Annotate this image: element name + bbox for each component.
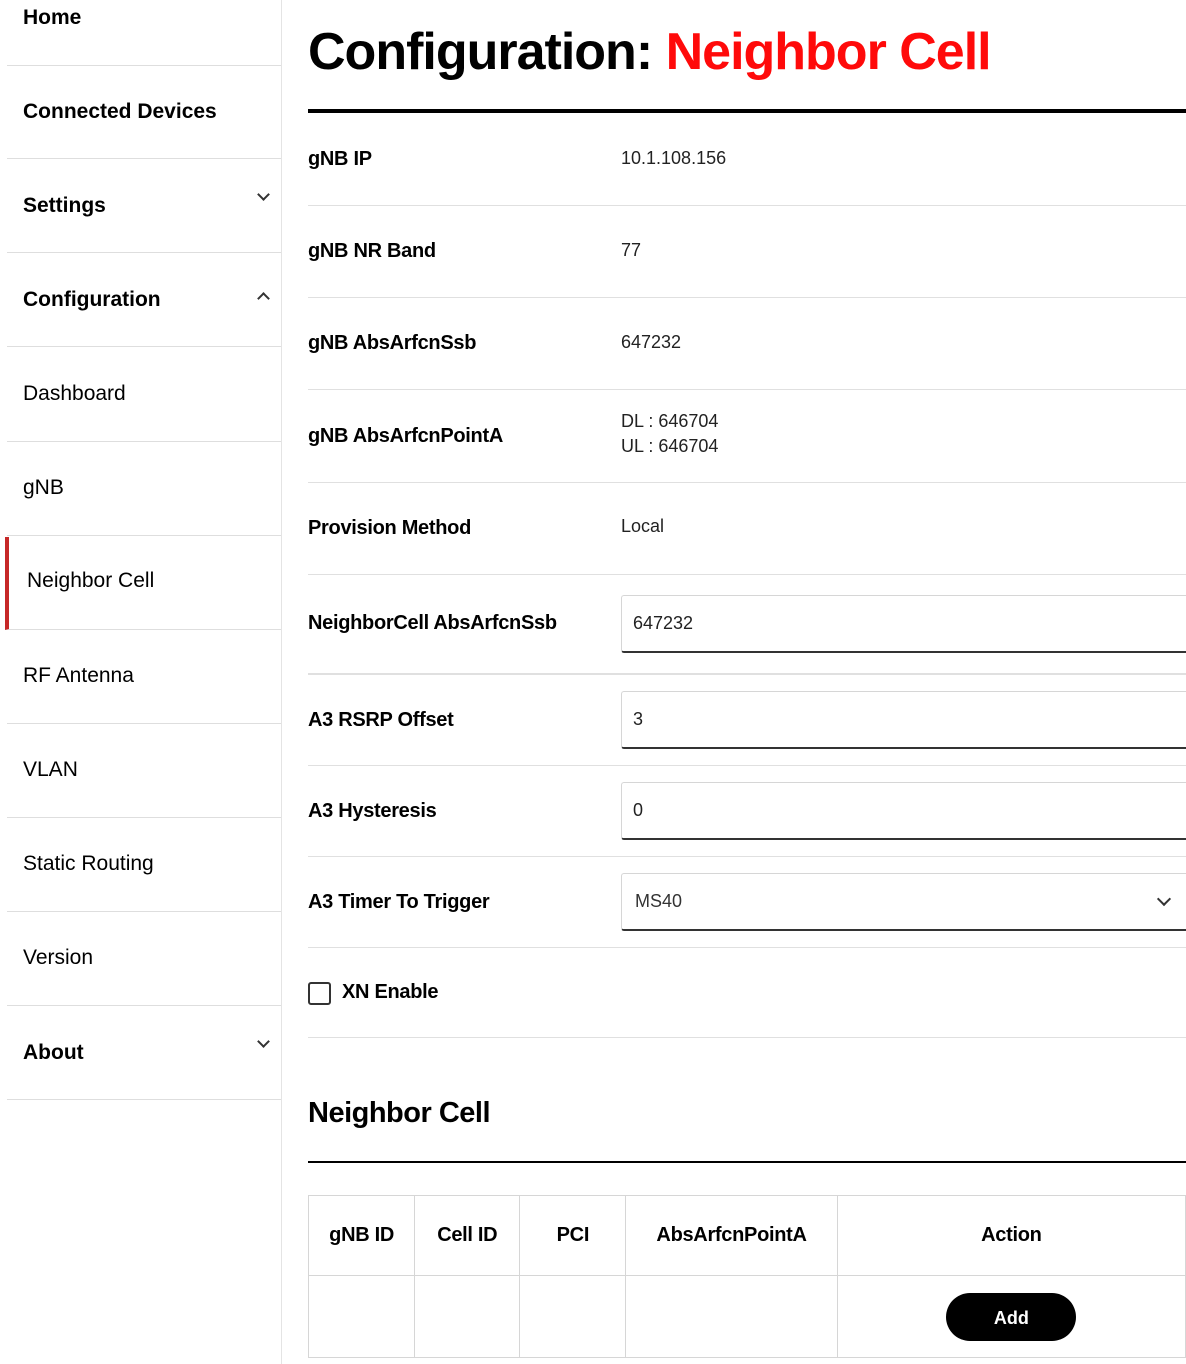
pci-input-cell — [519, 1275, 627, 1358]
provision-method-value: Local — [621, 516, 665, 536]
page-title-accent: Neighbor Cell — [665, 23, 992, 81]
gnb-nr-band-value: 77 — [621, 240, 642, 260]
section-title-divider — [308, 1161, 1186, 1163]
cell-id-input-cell — [414, 1275, 521, 1358]
neighborcell-absarfcnssb-label: NeighborCell AbsArfcnSsb — [308, 612, 557, 634]
neighbor-cell-table: gNB ID Cell ID PCI AbsArfcnPointA Action… — [307, 1195, 1186, 1358]
sidebar-item-dashboard[interactable]: Dashboard — [7, 349, 281, 442]
form-row-a3-timer-to-trigger: A3 Timer To Trigger MS40 — [308, 857, 1186, 948]
info-row-gnb-absarfcnpointa: gNB AbsArfcnPointA DL : 646704 UL : 6467… — [308, 390, 1186, 483]
info-row-gnb-nr-band: gNB NR Band 77 — [308, 206, 1186, 298]
sidebar-item-connected-devices[interactable]: Connected Devices — [7, 66, 281, 159]
info-row-gnb-absarfcnssb: gNB AbsArfcnSsb 647232 — [308, 298, 1186, 390]
sidebar-item-vlan[interactable]: VLAN — [7, 725, 281, 818]
sidebar-item-label: About — [23, 1041, 84, 1064]
sidebar-item-home[interactable]: Home — [7, 0, 281, 66]
sidebar-item-label: VLAN — [23, 758, 78, 781]
a3-timer-to-trigger-select[interactable]: MS40 — [621, 873, 1186, 931]
gnb-absarfcnssb-label: gNB AbsArfcnSsb — [308, 332, 477, 354]
sidebar-item-label: RF Antenna — [23, 664, 134, 687]
sidebar-item-label: Version — [23, 946, 94, 969]
form-row-a3-hysteresis: A3 Hysteresis — [308, 766, 1186, 857]
column-header-absarfcnpointa: AbsArfcnPointA — [625, 1195, 838, 1276]
neighborcell-absarfcnssb-input[interactable] — [621, 595, 1186, 653]
gnb-absarfcnpointa-label: gNB AbsArfcnPointA — [308, 425, 503, 447]
section-divider — [308, 1037, 1186, 1038]
neighbor-cell-section-title: Neighbor Cell — [308, 1097, 491, 1129]
a3-hysteresis-label: A3 Hysteresis — [308, 800, 437, 822]
sidebar-item-neighbor-cell[interactable]: Neighbor Cell — [5, 537, 281, 630]
chevron-down-icon — [257, 188, 270, 201]
sidebar-item-label: Static Routing — [23, 852, 154, 875]
gnb-absarfcnssb-value: 647232 — [621, 332, 682, 352]
form-row-neighborcell-absarfcnssb: NeighborCell AbsArfcnSsb — [308, 575, 1186, 675]
a3-rsrp-offset-input[interactable] — [621, 691, 1186, 749]
page-title: Configuration: Neighbor Cell — [308, 22, 992, 82]
action-cell: Add — [836, 1275, 1186, 1358]
column-header-gnb-id: gNB ID — [307, 1195, 416, 1276]
sidebar-item-label: Configuration — [23, 288, 161, 311]
a3-timer-to-trigger-selected-value: MS40 — [635, 891, 683, 911]
absarfcnpointa-input-cell — [625, 1275, 838, 1358]
xn-enable-label[interactable]: XN Enable — [342, 981, 439, 1004]
info-row-gnb-ip: gNB IP 10.1.108.156 — [308, 113, 1186, 206]
form-row-a3-rsrp-offset: A3 RSRP Offset — [308, 675, 1186, 766]
gnb-absarfcnpointa-dl-value: DL : 646704 — [621, 411, 719, 431]
sidebar: Home Connected Devices Settings Configur… — [0, 0, 282, 1364]
table-row: Add — [307, 1275, 1186, 1358]
gnb-id-input-cell — [307, 1275, 416, 1358]
column-header-pci: PCI — [519, 1195, 627, 1276]
sidebar-item-version[interactable]: Version — [7, 913, 281, 1006]
add-button[interactable]: Add — [946, 1292, 1077, 1341]
chevron-up-icon — [257, 292, 270, 305]
sidebar-item-label: Home — [23, 6, 82, 29]
a3-rsrp-offset-label: A3 RSRP Offset — [308, 709, 454, 731]
sidebar-item-configuration[interactable]: Configuration — [7, 254, 281, 347]
a3-timer-to-trigger-label: A3 Timer To Trigger — [308, 891, 490, 913]
table-header-row: gNB ID Cell ID PCI AbsArfcnPointA Action — [307, 1195, 1186, 1276]
gnb-nr-band-label: gNB NR Band — [308, 240, 436, 262]
sidebar-item-static-routing[interactable]: Static Routing — [7, 819, 281, 912]
gnb-absarfcnpointa-ul-value: UL : 646704 — [621, 436, 719, 456]
column-header-action: Action — [836, 1195, 1186, 1276]
sidebar-item-label: Connected Devices — [23, 100, 217, 123]
info-row-provision-method: Provision Method Local — [308, 483, 1186, 575]
gnb-ip-value: 10.1.108.156 — [621, 148, 727, 168]
chevron-down-icon — [257, 1035, 270, 1048]
sidebar-item-label: Settings — [23, 194, 106, 217]
sidebar-item-about[interactable]: About — [7, 1007, 281, 1100]
a3-hysteresis-input[interactable] — [621, 782, 1186, 840]
column-header-cell-id: Cell ID — [414, 1195, 521, 1276]
chevron-down-icon — [1156, 891, 1172, 907]
xn-enable-checkbox[interactable] — [308, 982, 331, 1005]
page-title-prefix: Configuration: — [308, 23, 653, 81]
gnb-ip-label: gNB IP — [308, 148, 372, 170]
sidebar-item-label: gNB — [23, 476, 64, 499]
sidebar-item-gnb[interactable]: gNB — [7, 443, 281, 536]
sidebar-item-rf-antenna[interactable]: RF Antenna — [7, 631, 281, 724]
sidebar-item-label: Neighbor Cell — [27, 569, 155, 592]
provision-method-label: Provision Method — [308, 517, 471, 539]
sidebar-item-label: Dashboard — [23, 382, 126, 405]
sidebar-item-settings[interactable]: Settings — [7, 160, 281, 253]
